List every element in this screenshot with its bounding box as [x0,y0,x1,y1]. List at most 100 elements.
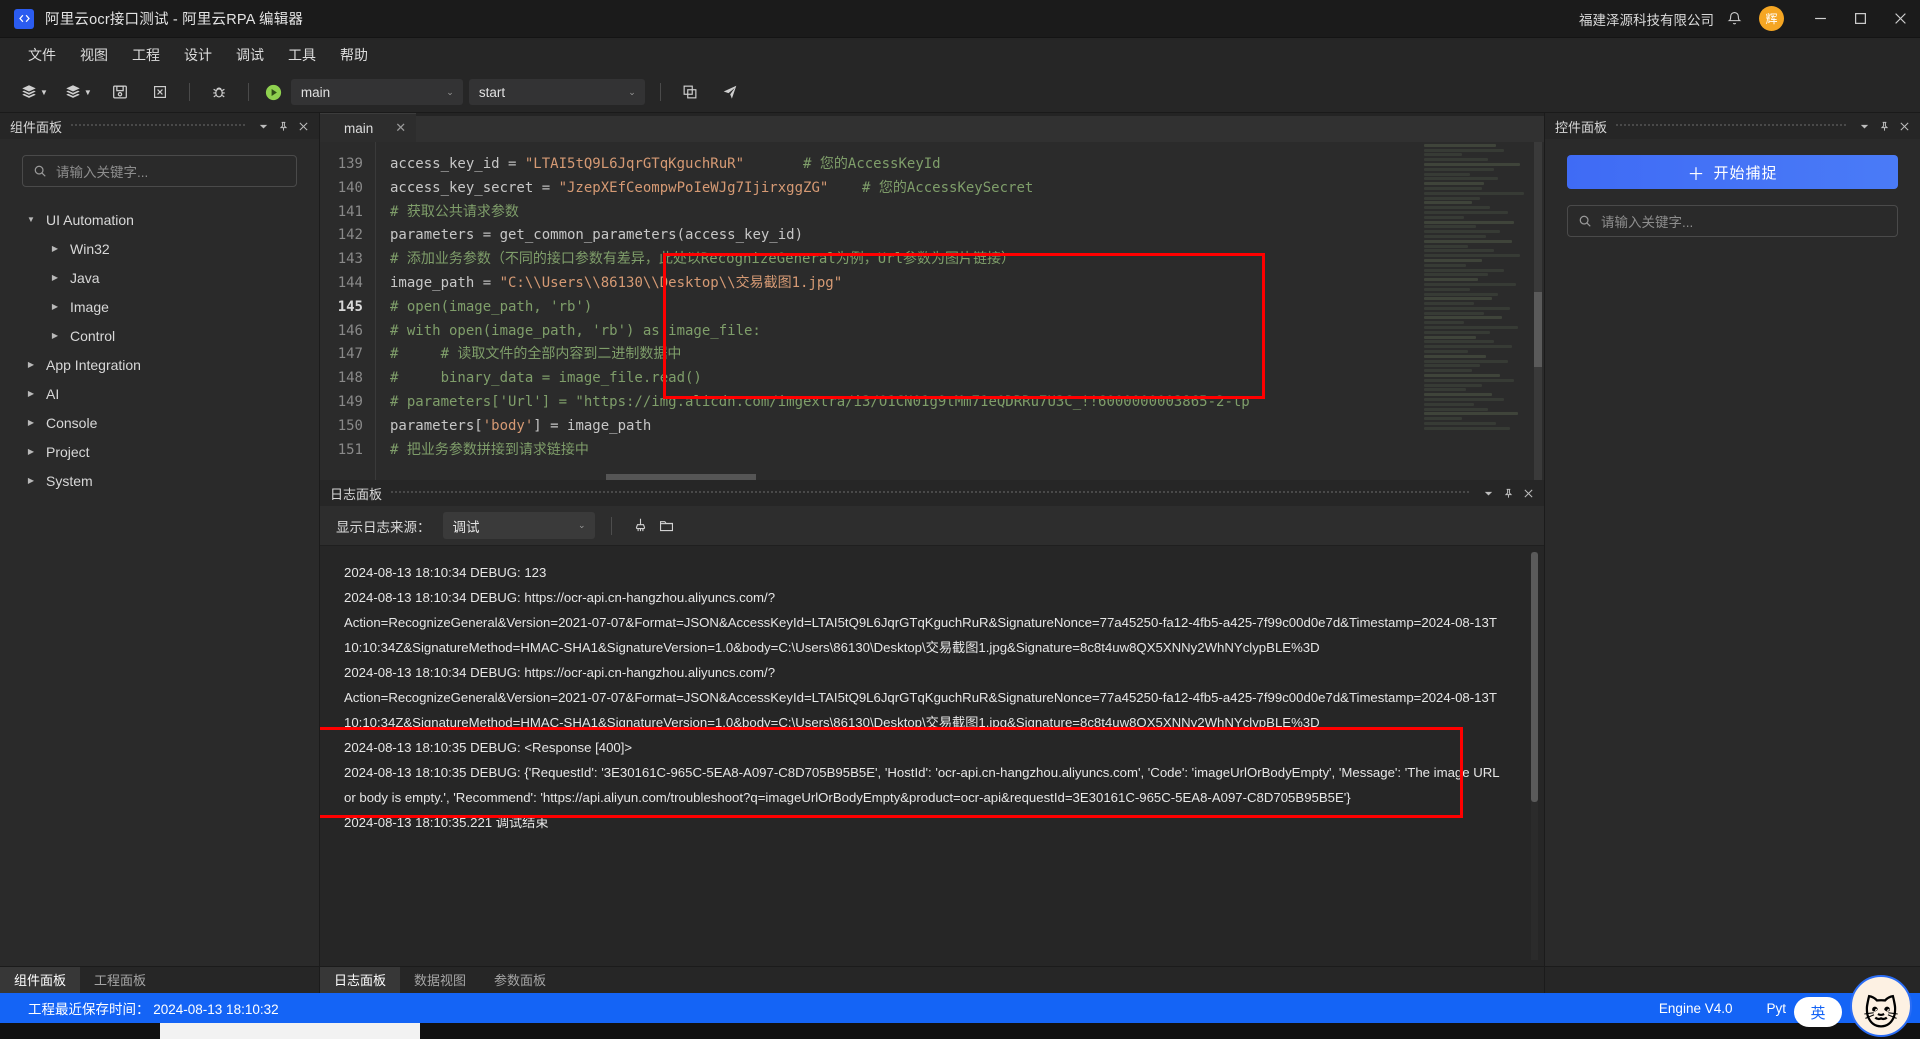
minimap-line [1424,158,1488,162]
minimap-line [1424,172,1470,176]
menu-item-debug[interactable]: 调试 [224,38,276,72]
module-select[interactable]: main ⌄ [290,79,463,105]
log-line: 2024-08-13 18:10:34 DEBUG: https://ocr-a… [344,590,776,605]
close-icon[interactable]: ✕ [395,120,406,136]
tree-item-project[interactable]: ▶ Project [0,437,319,466]
editor-tab-main[interactable]: main ✕ [320,113,417,142]
toolbar-separator-3 [659,83,661,101]
minimap-line [1424,316,1502,320]
log-output[interactable]: 2024-08-13 18:10:34 DEBUG: 123 2024-08-13… [320,546,1544,966]
code-line[interactable]: # # 读取文件的全部内容到二进制数据中 [390,343,1544,367]
menu-item-tools[interactable]: 工具 [276,38,328,72]
bell-icon[interactable] [1726,10,1743,27]
editor-scrollbar-thumb[interactable] [1534,292,1542,367]
bottom-tab-project-panel[interactable]: 工程面板 [80,967,160,993]
code-line[interactable]: # 获取公共请求参数 [390,201,1544,225]
start-capture-button[interactable]: ＋ 开始捕捉 [1567,155,1898,189]
component-search-input[interactable]: 请输入关键字... [22,155,297,187]
minimap-line [1424,302,1474,306]
menu-item-view[interactable]: 视图 [68,38,120,72]
ime-mode-indicator[interactable]: 英 [1794,997,1842,1027]
code-line[interactable]: # 把业务参数拼接到请求链接中 [390,439,1544,463]
function-select[interactable]: start ⌄ [468,79,645,105]
chevron-down-icon[interactable] [253,116,273,136]
chevron-down-icon: ▼ [83,87,92,97]
log-source-select[interactable]: 调试 ⌄ [442,512,595,539]
chevron-down-icon[interactable] [1854,116,1874,136]
minimap-line [1424,426,1510,430]
maximize-icon[interactable] [1840,0,1880,38]
bottom-tab-data-view[interactable]: 数据视图 [400,967,480,993]
chevron-down-icon[interactable] [1478,483,1498,503]
bottom-tab-component-panel[interactable]: 组件面板 [0,967,81,993]
editor-code[interactable]: access_key_id = "LTAI5tQ9L6JqrGTqKguchRu… [376,142,1544,480]
minimap-line [1424,239,1512,243]
code-token: = [482,274,500,291]
code-line[interactable]: # binary_data = image_file.read() [390,367,1544,391]
avatar[interactable]: 辉 [1759,6,1784,31]
tree-item-ai[interactable]: ▶ AI [0,379,319,408]
chevron-right-icon: ▶ [27,360,35,369]
broom-clear-icon[interactable] [628,513,654,539]
code-line[interactable]: # parameters['Url'] = "https://img.alicd… [390,391,1544,415]
last-save-time: 工程最近保存时间： 2024-08-13 18:10:32 [28,1002,279,1017]
code-token: image_path [390,274,483,291]
code-token: "JzepXEfCeompwPoIeWJg7IjirxggZG" [558,179,829,196]
tree-item-image[interactable]: ▶ Image [0,292,319,321]
minimap-line [1424,210,1508,214]
close-icon[interactable] [1894,116,1914,136]
minimize-icon[interactable] [1800,0,1840,38]
plus-icon: ＋ [1687,164,1706,184]
code-line[interactable]: # 添加业务参数（不同的接口参数有差异，此处以RecognizeGeneral为… [390,248,1544,272]
open-folder-icon[interactable] [654,513,680,539]
code-line[interactable]: access_key_id = "LTAI5tQ9L6JqrGTqKguchRu… [390,153,1544,177]
tree-item-win32[interactable]: ▶ Win32 [0,234,319,263]
menu-item-project[interactable]: 工程 [120,38,172,72]
control-search-input[interactable]: 请输入关键字... [1567,205,1898,237]
pin-icon[interactable] [273,116,293,136]
menu-item-file[interactable]: 文件 [16,38,68,72]
code-line[interactable]: parameters['body'] = image_path [390,415,1544,439]
component-panel-title: 组件面板 [10,119,63,135]
close-icon[interactable] [1880,0,1920,38]
code-line[interactable]: # with open(image_path, 'rb') as image_f… [390,320,1544,344]
chevron-right-icon: ▶ [27,447,35,456]
minimap-line [1424,220,1514,224]
code-editor[interactable]: 139 140 141 142 143 144 145 146 147 148 149 150 151 … [320,142,1544,480]
save-icon[interactable] [105,77,135,107]
bug-icon[interactable] [204,77,234,107]
tree-item-ui-automation[interactable]: ▼ UI Automation [0,205,319,234]
menu-item-help[interactable]: 帮助 [328,38,380,72]
code-line[interactable]: access_key_secret = "JzepXEfCeompwPoIeWJ… [390,177,1544,201]
log-toolbar-separator [610,516,612,535]
close-icon[interactable] [293,116,313,136]
log-scrollbar-thumb[interactable] [1531,552,1538,802]
minimap-line [1424,258,1482,262]
minimap-line [1424,206,1490,210]
bottom-tab-log-panel[interactable]: 日志面板 [320,967,401,993]
tree-item-app-integration[interactable]: ▶ App Integration [0,350,319,379]
code-line[interactable]: # open(image_path, 'rb') [390,296,1544,320]
tree-item-system[interactable]: ▶ System [0,466,319,495]
center-area: main ✕ 139 140 141 142 143 144 145 146 147 148 149… [320,113,1544,966]
layers-dropdown-icon[interactable]: ▼ [17,77,51,107]
menu-item-design[interactable]: 设计 [172,38,224,72]
code-line[interactable]: parameters = get_common_parameters(acces… [390,224,1544,248]
pin-icon[interactable] [1874,116,1894,136]
tree-item-java[interactable]: ▶ Java [0,263,319,292]
code-line[interactable]: image_path = "C:\\Users\\86130\\Desktop\… [390,272,1544,296]
close-file-icon[interactable] [145,77,175,107]
tree-item-console[interactable]: ▶ Console [0,408,319,437]
tree-item-control[interactable]: ▶ Control [0,321,319,350]
chevron-right-icon: ▶ [27,476,35,485]
bottom-tab-params-panel[interactable]: 参数面板 [480,967,560,993]
editor-minimap[interactable] [1420,142,1528,480]
ime-mascot-avatar[interactable]: 🐱 [1850,975,1912,1037]
layers-open-dropdown-icon[interactable]: ▼ [61,77,95,107]
close-icon[interactable] [1518,483,1538,503]
copy-icon[interactable] [675,77,705,107]
run-play-icon[interactable] [264,83,283,102]
send-icon[interactable] [715,77,745,107]
line-number: 140 [337,179,363,196]
pin-icon[interactable] [1498,483,1518,503]
